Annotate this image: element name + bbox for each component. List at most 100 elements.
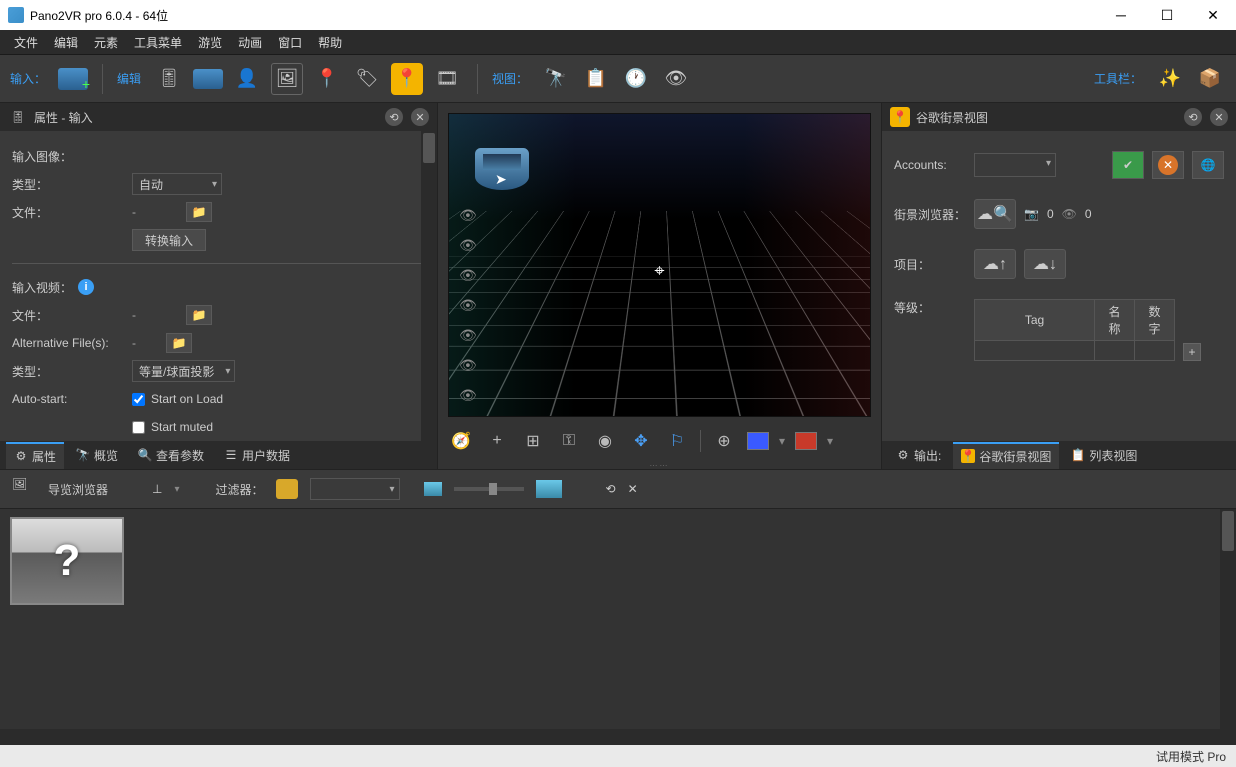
toolbar-star-icon[interactable]: ✨ xyxy=(1154,63,1186,95)
cloud-search-button[interactable]: ☁🔍 xyxy=(974,199,1016,229)
crosshair-icon[interactable]: + xyxy=(484,428,510,454)
maximize-button[interactable]: ☐ xyxy=(1144,0,1190,30)
cloud-download-button[interactable]: ☁↓ xyxy=(1024,249,1066,279)
flag-icon[interactable]: ⚐ xyxy=(664,428,690,454)
layer-item[interactable]: 👁 xyxy=(453,264,475,286)
tag-icon[interactable] xyxy=(276,479,298,499)
filter-combo[interactable] xyxy=(310,478,400,500)
compass-icon[interactable]: 🧭 xyxy=(448,428,474,454)
menu-elements[interactable]: 元素 xyxy=(86,30,126,55)
question-icon: ? xyxy=(54,536,81,586)
globe-icon[interactable]: 🌐 xyxy=(1192,151,1224,179)
panel-float-button[interactable]: ⟲ xyxy=(385,108,403,126)
tab-list-view[interactable]: 📋列表视图 xyxy=(1063,443,1145,468)
alt-file-label: Alternative File(s): xyxy=(12,336,132,350)
viewport-3d[interactable]: ➤ 👁 👁 👁 👁 👁 👁 👁 ⌖ xyxy=(448,113,871,417)
start-on-load-checkbox[interactable] xyxy=(132,393,145,406)
menu-help[interactable]: 帮助 xyxy=(310,30,350,55)
file-browse-button[interactable]: 📁 xyxy=(186,202,212,222)
type2-combo[interactable]: 等量/球面投影 xyxy=(132,360,235,382)
minimize-button[interactable]: ─ xyxy=(1098,0,1144,30)
start-muted-checkbox[interactable] xyxy=(132,421,145,434)
alt-file-browse-button[interactable]: 📁 xyxy=(166,333,192,353)
toolbar-input-label: 输入： xyxy=(10,70,46,87)
browser-scrollbar-v[interactable] xyxy=(1220,509,1236,745)
file2-label: 文件： xyxy=(12,307,132,324)
panel-close-button[interactable]: ✕ xyxy=(411,108,429,126)
panel-close-button[interactable]: ✕ xyxy=(1210,108,1228,126)
toolbar-clock-icon[interactable]: 🕐 xyxy=(620,63,652,95)
menu-tour[interactable]: 游览 xyxy=(190,30,230,55)
menubar: 文件 编辑 元素 工具菜单 游览 动画 窗口 帮助 xyxy=(0,30,1236,55)
layer-item[interactable]: 👁 xyxy=(453,384,475,406)
file2-browse-button[interactable]: 📁 xyxy=(186,305,212,325)
menu-edit[interactable]: 编辑 xyxy=(46,30,86,55)
toolbar-photos-icon[interactable]: 🖼 xyxy=(271,63,303,95)
toolbar-link-icon[interactable]: 🏷 xyxy=(351,63,383,95)
browser-scrollbar-h[interactable] xyxy=(0,729,1220,745)
toolbar-eye-icon[interactable]: 👁 xyxy=(660,63,692,95)
toolbar-person-icon[interactable]: 👤 xyxy=(231,63,263,95)
layer-item[interactable]: 👁 xyxy=(453,234,475,256)
tab-google-streetview[interactable]: 📍谷歌街景视图 xyxy=(953,442,1059,469)
menu-animation[interactable]: 动画 xyxy=(230,30,270,55)
color-swatch-red[interactable] xyxy=(795,432,817,450)
properties-scrollbar[interactable] xyxy=(421,131,437,441)
properties-body: 输入图像： 类型： 自动 文件： - 📁 转换输入 输入视频： i 文件： - xyxy=(0,131,437,441)
panorama-thumbnail[interactable]: ? xyxy=(10,517,124,605)
key-icon[interactable]: ⚿ xyxy=(556,428,582,454)
tab-view-params[interactable]: 🔍查看参数 xyxy=(130,443,212,468)
layer-item[interactable]: 👁 xyxy=(453,354,475,376)
layer-item[interactable]: 👁 xyxy=(453,294,475,316)
chevron-down-icon[interactable]: ▾ xyxy=(779,434,785,448)
layer-item[interactable]: 👁 xyxy=(453,204,475,226)
toolbar-package-icon[interactable]: 📦 xyxy=(1194,63,1226,95)
info-icon[interactable]: i xyxy=(78,279,94,295)
stamp-icon[interactable]: ⊥ xyxy=(152,482,162,496)
tab-user-data[interactable]: ☰用户数据 xyxy=(216,443,298,468)
panorama-drop-icon[interactable]: ➤ xyxy=(475,148,529,190)
toolbar-panorama-icon[interactable] xyxy=(193,69,223,89)
delete-account-button[interactable]: ✕ xyxy=(1152,151,1184,179)
panel-float-button[interactable]: ⟲ xyxy=(1184,108,1202,126)
target-icon[interactable]: ⊕ xyxy=(711,428,737,454)
camera-icon: 📷 xyxy=(1024,207,1039,221)
toolbar-add-panorama-icon[interactable]: + xyxy=(58,68,88,90)
close-button[interactable]: ✕ xyxy=(1190,0,1236,30)
shield-check-icon[interactable]: ✔ xyxy=(1112,151,1144,179)
type-combo[interactable]: 自动 xyxy=(132,173,222,195)
move-icon[interactable]: ✥ xyxy=(628,428,654,454)
color-swatch-blue[interactable] xyxy=(747,432,769,450)
tab-properties[interactable]: ⚙属性 xyxy=(6,442,64,469)
tab-output[interactable]: ⚙输出: xyxy=(888,443,949,468)
accounts-combo[interactable] xyxy=(974,153,1056,177)
convert-input-button[interactable]: 转换输入 xyxy=(132,229,206,251)
menu-file[interactable]: 文件 xyxy=(6,30,46,55)
level-label: 等级： xyxy=(894,299,966,316)
panel-float-button[interactable]: ⟲ xyxy=(606,482,616,496)
menu-tools[interactable]: 工具菜单 xyxy=(126,30,190,55)
chevron-down-icon[interactable]: ▾ xyxy=(174,484,179,495)
splitter-handle[interactable]: ⋯⋯ xyxy=(438,461,881,469)
toolbar-film-icon[interactable]: 🎞 xyxy=(431,63,463,95)
grid-icon[interactable]: ⊞ xyxy=(520,428,546,454)
scope-icon[interactable]: ◉ xyxy=(592,428,618,454)
toolbar-streetview-icon[interactable]: 📍 xyxy=(391,63,423,95)
menu-window[interactable]: 窗口 xyxy=(270,30,310,55)
toolbar-pin-icon[interactable]: 📍 xyxy=(311,63,343,95)
toolbar-binoculars-icon[interactable]: 🔭 xyxy=(540,63,572,95)
add-row-button[interactable]: + xyxy=(1183,343,1201,361)
toolbar-sliders-icon[interactable]: 🎚 xyxy=(153,63,185,95)
panel-close-button[interactable]: ✕ xyxy=(628,482,638,496)
thumb-large-icon[interactable] xyxy=(536,480,562,498)
chevron-down-icon[interactable]: ▾ xyxy=(827,434,833,448)
layer-item[interactable]: 👁 xyxy=(453,324,475,346)
thumb-small-icon[interactable] xyxy=(424,482,442,496)
cloud-upload-button[interactable]: ☁↑ xyxy=(974,249,1016,279)
statusbar: 试用模式 Pro xyxy=(0,745,1236,767)
toolbar-clipboard-icon[interactable]: 📋 xyxy=(580,63,612,95)
type-label: 类型： xyxy=(12,176,132,193)
tab-overview[interactable]: 🔭概览 xyxy=(68,443,126,468)
thumb-size-slider[interactable] xyxy=(454,487,524,491)
filter-label: 过滤器： xyxy=(216,481,264,498)
